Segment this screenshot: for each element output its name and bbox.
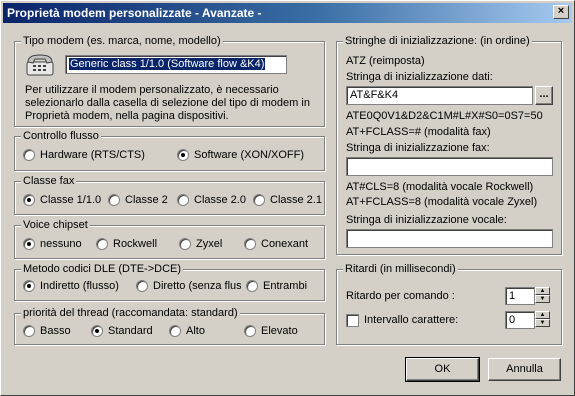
radio-rockwell[interactable] bbox=[96, 238, 108, 250]
classe-fax-legend: Classe fax bbox=[21, 175, 77, 187]
dati-label: Stringa di inizializzazione dati: bbox=[346, 71, 493, 83]
stringhe-legend: Stringhe di inizializzazione: (in ordine… bbox=[343, 35, 532, 47]
label-elevato: Elevato bbox=[261, 325, 298, 337]
controllo-flusso-group: Controllo flusso Hardware (RTS/CTS) Soft… bbox=[14, 130, 325, 171]
radio-classe-2[interactable] bbox=[108, 194, 120, 206]
dati-input[interactable]: AT&F&K4 bbox=[346, 86, 533, 105]
radio-basso[interactable] bbox=[23, 325, 35, 337]
label-indiretto: Indiretto (flusso) bbox=[40, 280, 119, 292]
metodo-dle-group: Metodo codici DLE (DTE->DCE) Indiretto (… bbox=[14, 263, 325, 301]
label-diretto: Diretto (senza flus: bbox=[153, 280, 241, 292]
title-bar: Proprietà modem personalizzate - Avanzat… bbox=[3, 3, 572, 23]
intervallo-input[interactable]: 0 bbox=[505, 311, 535, 329]
tipo-modem-legend: Tipo modem (es. marca, nome, modello) bbox=[21, 35, 223, 47]
radio-standard[interactable] bbox=[91, 325, 103, 337]
label-rockwell: Rockwell bbox=[113, 238, 158, 250]
phone-icon bbox=[26, 54, 54, 76]
dati-extra-string: ATE0Q0V1&D2&C1M#L#X#S0=0S7=50 bbox=[346, 110, 543, 122]
vocale-label: Stringa di inizializzazione vocale: bbox=[346, 214, 507, 226]
dialog-window: Proprietà modem personalizzate - Avanzat… bbox=[0, 0, 575, 396]
label-nessuno: nessuno bbox=[40, 238, 82, 250]
cancel-button[interactable]: Annulla bbox=[488, 358, 561, 381]
radio-entrambi[interactable] bbox=[246, 280, 258, 292]
classe-fax-group: Classe fax Classe 1/1.0 Classe 2 Classe … bbox=[14, 175, 325, 215]
label-zyxel: Zyxel bbox=[196, 238, 223, 250]
ritardo-comando-spinner[interactable]: ▲ ▼ bbox=[535, 287, 550, 304]
vocale-zyxel-string: AT+FCLASS=8 (modalità vocale Zyxel) bbox=[346, 196, 538, 208]
tipo-modem-description: Per utilizzare il modem personalizzato, … bbox=[25, 84, 310, 122]
radio-hardware[interactable] bbox=[23, 149, 35, 161]
label-standard: Standard bbox=[108, 325, 153, 337]
radio-nessuno[interactable] bbox=[23, 238, 35, 250]
spin-up-icon[interactable]: ▲ bbox=[535, 287, 550, 295]
priorita-group: priorità del thread (raccomandata: stand… bbox=[14, 307, 325, 345]
vocale-input[interactable] bbox=[346, 229, 553, 248]
label-conexant: Conexant bbox=[261, 238, 309, 250]
fax-info-string: AT+FCLASS=# (modalità fax) bbox=[346, 126, 491, 138]
ritardi-legend: Ritardi (in millisecondi) bbox=[343, 263, 458, 275]
metodo-dle-legend: Metodo codici DLE (DTE->DCE) bbox=[21, 263, 184, 275]
tipo-modem-input[interactable]: Generic class 1/1.0 (Software flow &K4) bbox=[65, 55, 287, 74]
tipo-modem-group: Tipo modem (es. marca, nome, modello) Ge… bbox=[14, 35, 325, 127]
radio-classe-2-0[interactable] bbox=[177, 194, 189, 206]
priorita-legend: priorità del thread (raccomandata: stand… bbox=[21, 307, 240, 319]
radio-alto[interactable] bbox=[169, 325, 181, 337]
label-basso: Basso bbox=[40, 325, 71, 337]
intervallo-checkbox[interactable] bbox=[346, 314, 359, 327]
radio-classe-2-1[interactable] bbox=[253, 194, 265, 206]
radio-elevato[interactable] bbox=[244, 325, 256, 337]
radio-diretto[interactable] bbox=[136, 280, 148, 292]
label-entrambi: Entrambi bbox=[263, 280, 308, 292]
ritardo-comando-input[interactable]: 1 bbox=[505, 287, 535, 305]
fax-label: Stringa di inizializzazione fax: bbox=[346, 142, 490, 154]
stringhe-group: Stringhe di inizializzazione: (in ordine… bbox=[336, 35, 562, 255]
spin-down-icon[interactable]: ▼ bbox=[535, 295, 550, 303]
intervallo-spinner[interactable]: ▲ ▼ bbox=[535, 311, 550, 328]
label-software: Software (XON/XOFF) bbox=[194, 149, 305, 161]
radio-classe-1[interactable] bbox=[23, 194, 35, 206]
label-classe-2-1: Classe 2.1 bbox=[270, 194, 322, 206]
radio-indiretto[interactable] bbox=[23, 280, 35, 292]
ok-button[interactable]: OK bbox=[405, 357, 480, 382]
spin-up-icon[interactable]: ▲ bbox=[535, 311, 550, 319]
fax-input[interactable] bbox=[346, 157, 553, 176]
intervallo-label: Intervallo carattere: bbox=[364, 314, 459, 326]
voice-chipset-legend: Voice chipset bbox=[21, 219, 90, 231]
voice-chipset-group: Voice chipset nessuno Rockwell Zyxel Con… bbox=[14, 219, 325, 259]
close-button[interactable]: × bbox=[553, 5, 569, 19]
radio-conexant[interactable] bbox=[244, 238, 256, 250]
ritardi-group: Ritardi (in millisecondi) Ritardo per co… bbox=[336, 263, 562, 345]
reset-string-label: ATZ (reimposta) bbox=[346, 55, 425, 67]
controllo-flusso-legend: Controllo flusso bbox=[21, 130, 101, 142]
window-title: Proprietà modem personalizzate - Avanzat… bbox=[7, 6, 262, 20]
spin-down-icon[interactable]: ▼ bbox=[535, 319, 550, 327]
ritardo-comando-label: Ritardo per comando : bbox=[346, 290, 455, 302]
label-classe-2: Classe 2 bbox=[125, 194, 168, 206]
radio-software[interactable] bbox=[177, 149, 189, 161]
dati-browse-button[interactable]: ... bbox=[535, 86, 553, 105]
label-classe-2-0: Classe 2.0 bbox=[194, 194, 246, 206]
radio-zyxel[interactable] bbox=[179, 238, 191, 250]
label-classe-1: Classe 1/1.0 bbox=[40, 194, 102, 206]
label-alto: Alto bbox=[186, 325, 205, 337]
vocale-rockwell-string: AT#CLS=8 (modalità vocale Rockwell) bbox=[346, 181, 534, 193]
label-hardware: Hardware (RTS/CTS) bbox=[40, 149, 145, 161]
